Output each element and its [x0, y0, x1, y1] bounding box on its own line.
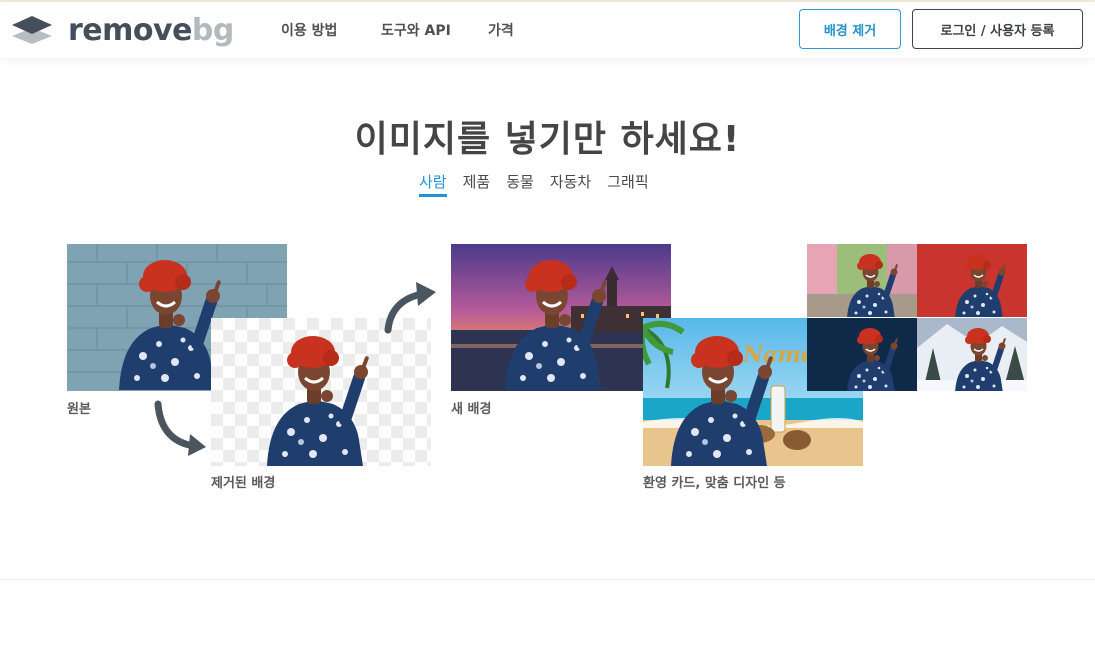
tab-graphics[interactable]: 그래픽 — [607, 171, 648, 197]
login-signup-button[interactable]: 로그인 / 사용자 등록 — [912, 9, 1083, 49]
tab-products[interactable]: 제품 — [463, 171, 491, 197]
navy-background-photo — [807, 318, 917, 391]
logo-word-remove: remove — [68, 13, 192, 48]
caption-removed-background: 제거된 배경 — [211, 476, 276, 491]
nav-how-to-use[interactable]: 이용 방법 — [281, 2, 337, 58]
red-background-photo — [917, 244, 1027, 317]
svg-text:Name: Name — [742, 342, 815, 368]
tab-cars[interactable]: 자동차 — [550, 171, 591, 197]
nav-pricing[interactable]: 가격 — [488, 2, 514, 58]
winter-background-photo — [917, 318, 1027, 391]
category-tabs: 사람 제품 동물 자동차 그래픽 — [419, 171, 665, 197]
removebg-logo[interactable]: removebg — [10, 14, 234, 48]
new-background-photo — [451, 244, 671, 391]
logo-wordmark: removebg — [68, 14, 234, 48]
remove-background-button[interactable]: 배경 제거 — [799, 9, 901, 49]
section-divider — [0, 579, 1095, 580]
tab-people[interactable]: 사람 — [419, 171, 447, 197]
removed-background-photo — [211, 318, 431, 466]
curved-arrow-down-icon — [154, 400, 206, 456]
caption-original: 원본 — [67, 402, 91, 417]
curved-arrow-up-icon — [384, 282, 436, 334]
hero-title: 이미지를 넣기만 하세요! — [354, 119, 741, 160]
caption-welcome-cards: 환영 카드, 맞춤 디자인 등 — [643, 476, 786, 491]
tab-animals[interactable]: 동물 — [506, 171, 534, 197]
street-background-photo — [807, 244, 917, 317]
caption-new-background: 새 배경 — [451, 402, 492, 417]
logo-word-bg: bg — [191, 13, 234, 48]
layers-logo-icon — [12, 16, 52, 44]
top-header: removebg 이용 방법 도구와 API 가격 배경 제거 로그인 / 사용… — [0, 2, 1095, 58]
nav-tools-api[interactable]: 도구와 API — [381, 2, 451, 58]
